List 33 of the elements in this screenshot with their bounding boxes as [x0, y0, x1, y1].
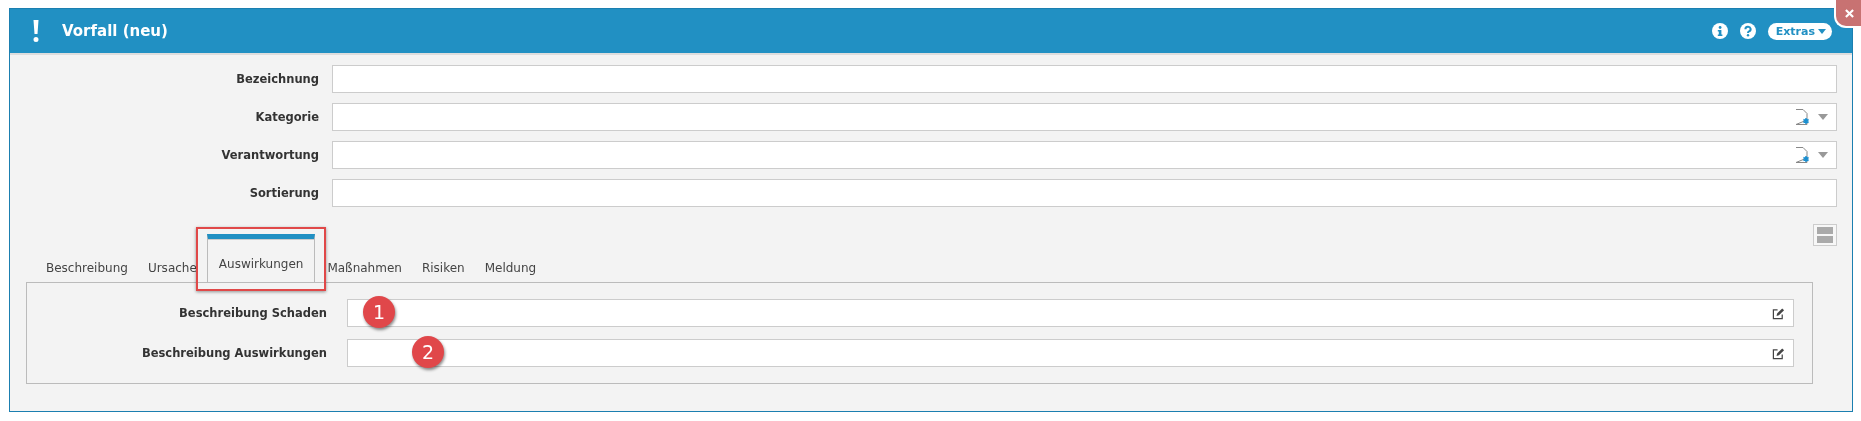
- layout-toggle-button[interactable]: [1813, 224, 1837, 246]
- tab[interactable]: Meldung: [474, 252, 547, 282]
- exclamation-icon: [32, 20, 40, 42]
- close-button[interactable]: [1834, 0, 1861, 28]
- caret-icon: [1818, 28, 1826, 34]
- close-icon: [1845, 8, 1854, 18]
- select-field[interactable]: [332, 141, 1837, 169]
- field-label: Beschreibung Auswirkungen: [140, 346, 328, 360]
- info-button[interactable]: [1711, 23, 1728, 39]
- input-field[interactable]: [332, 65, 1837, 93]
- field-label: Verantwortung: [220, 148, 320, 162]
- text-area-field[interactable]: [347, 299, 1794, 327]
- tab[interactable]: Risiken: [411, 252, 475, 282]
- input-field[interactable]: [332, 179, 1837, 207]
- text-area-field[interactable]: [347, 339, 1794, 367]
- extras-menu-button[interactable]: Extras: [1767, 22, 1832, 40]
- edit-icon[interactable]: [1772, 346, 1785, 360]
- tab[interactable]: Beschreibung: [36, 252, 138, 282]
- field-label: Kategorie: [254, 110, 320, 124]
- window-title: Vorfall (neu): [62, 22, 168, 40]
- dropdown-arrow-icon[interactable]: [1818, 114, 1828, 120]
- tab[interactable]: Maßnahmen: [317, 252, 412, 282]
- number-badge: 1: [363, 296, 395, 328]
- field-label: Sortierung: [248, 186, 320, 200]
- edit-icon[interactable]: [1772, 306, 1785, 320]
- select-field[interactable]: [332, 103, 1837, 131]
- dropdown-arrow-icon[interactable]: [1818, 152, 1828, 158]
- field-label: Beschreibung Schaden: [178, 306, 328, 320]
- tab[interactable]: Ursache: [137, 252, 207, 282]
- tab[interactable]: Auswirkungen: [206, 234, 316, 282]
- field-label: Bezeichnung: [235, 72, 320, 86]
- help-button[interactable]: [1739, 23, 1756, 39]
- number-badge: 2: [412, 336, 444, 368]
